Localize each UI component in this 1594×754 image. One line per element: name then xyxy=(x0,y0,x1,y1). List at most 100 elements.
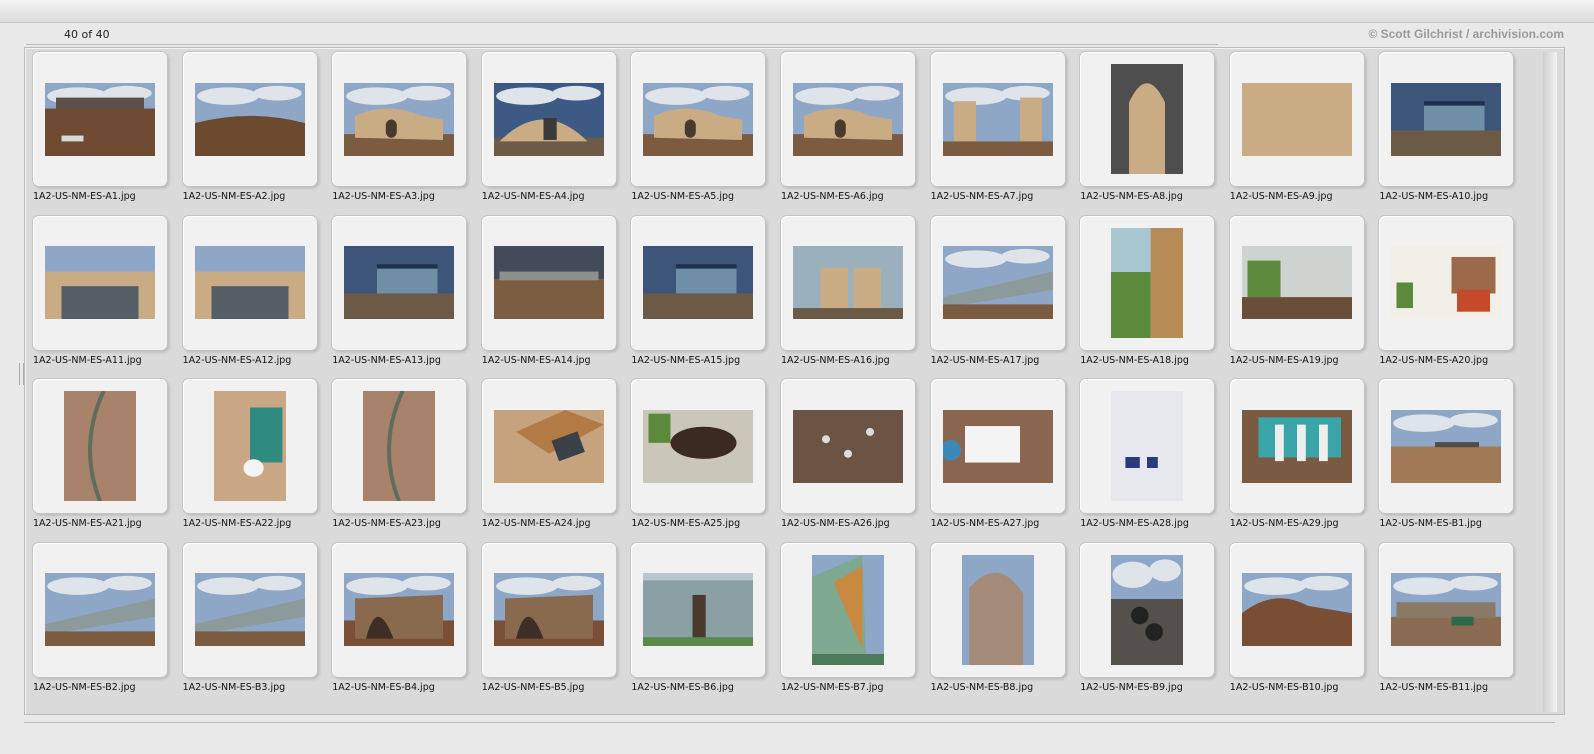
thumbnail-filename: 1A2-US-NM-ES-B9.jpg xyxy=(1080,681,1183,693)
thumbnail-item[interactable]: 1A2-US-NM-ES-A14.jpg xyxy=(474,212,616,372)
thumbnail-slide[interactable] xyxy=(33,215,167,350)
thumbnail-item[interactable]: 1A2-US-NM-ES-A4.jpg xyxy=(474,48,616,208)
thumbnail-slide[interactable] xyxy=(1379,379,1514,513)
thumbnail-filename: 1A2-US-NM-ES-A7.jpg xyxy=(930,191,1034,202)
thumbnail-slide[interactable] xyxy=(182,52,317,186)
thumbnail-image xyxy=(493,409,604,483)
thumbnail-filename: 1A2-US-NM-ES-B11.jpg xyxy=(1379,681,1488,693)
thumbnail-item[interactable]: 1A2-US-NM-ES-A7.jpg xyxy=(923,48,1065,208)
thumbnail-image xyxy=(1241,246,1352,319)
thumbnail-slide[interactable] xyxy=(481,52,616,186)
thumbnail-slide[interactable] xyxy=(332,379,467,513)
thumbnail-item[interactable]: 1A2-US-NM-ES-B1.jpg xyxy=(1371,375,1514,535)
thumbnail-slide[interactable] xyxy=(781,379,915,513)
thumbnail-image xyxy=(942,82,1053,156)
thumbnail-slide[interactable] xyxy=(930,52,1065,186)
thumbnail-filename: 1A2-US-NM-ES-B5.jpg xyxy=(481,681,585,693)
thumbnail-slide[interactable] xyxy=(182,542,317,677)
thumbnail-slide[interactable] xyxy=(1080,215,1215,350)
thumbnail-item[interactable]: 1A2-US-NM-ES-A28.jpg xyxy=(1072,375,1215,535)
thumbnail-slide[interactable] xyxy=(1379,542,1514,677)
thumbnail-slide[interactable] xyxy=(481,379,616,513)
thumbnail-image xyxy=(344,82,455,156)
thumbnail-slide[interactable] xyxy=(182,215,317,350)
thumbnail-item[interactable]: 1A2-US-NM-ES-B6.jpg xyxy=(623,539,766,699)
thumbnail-slide[interactable] xyxy=(332,215,467,350)
thumbnail-item[interactable]: 1A2-US-NM-ES-B8.jpg xyxy=(923,539,1065,699)
thumbnail-image xyxy=(493,82,604,156)
thumbnail-item[interactable]: 1A2-US-NM-ES-A9.jpg xyxy=(1222,48,1364,208)
thumbnail-item[interactable]: 1A2-US-NM-ES-B4.jpg xyxy=(324,539,467,699)
thumbnail-slide[interactable] xyxy=(930,542,1065,677)
thumbnail-slide[interactable] xyxy=(631,215,766,350)
thumbnail-filename: 1A2-US-NM-ES-A11.jpg xyxy=(33,354,142,366)
thumbnail-slide[interactable] xyxy=(781,215,915,350)
thumbnail-image xyxy=(643,82,754,156)
thumbnail-image xyxy=(643,573,754,646)
thumbnail-item[interactable]: 1A2-US-NM-ES-A10.jpg xyxy=(1371,48,1514,208)
thumbnail-image xyxy=(194,573,305,646)
thumbnail-item[interactable]: 1A2-US-NM-ES-A17.jpg xyxy=(923,212,1065,372)
thumbnail-item[interactable]: 1A2-US-NM-ES-B3.jpg xyxy=(175,539,317,699)
thumbnail-slide[interactable] xyxy=(1080,52,1215,186)
thumbnail-slide[interactable] xyxy=(332,52,467,186)
thumbnail-item[interactable]: 1A2-US-NM-ES-A8.jpg xyxy=(1072,48,1215,208)
thumbnail-item[interactable]: 1A2-US-NM-ES-A6.jpg xyxy=(773,48,915,208)
thumbnail-slide[interactable] xyxy=(1229,379,1364,513)
thumbnail-item[interactable]: 1A2-US-NM-ES-A20.jpg xyxy=(1371,212,1514,372)
thumbnail-item[interactable]: 1A2-US-NM-ES-B7.jpg xyxy=(773,539,915,699)
thumbnail-item[interactable]: 1A2-US-NM-ES-B5.jpg xyxy=(474,539,616,699)
thumbnail-image xyxy=(344,246,455,319)
thumbnail-slide[interactable] xyxy=(1379,52,1514,186)
thumbnail-item[interactable]: 1A2-US-NM-ES-A22.jpg xyxy=(175,375,317,535)
thumbnail-slide[interactable] xyxy=(1080,379,1215,513)
thumbnail-item[interactable]: 1A2-US-NM-ES-A29.jpg xyxy=(1222,375,1364,535)
thumbnail-item[interactable]: 1A2-US-NM-ES-A3.jpg xyxy=(324,48,467,208)
thumbnail-filename: 1A2-US-NM-ES-A1.jpg xyxy=(33,191,136,202)
thumbnail-item[interactable]: 1A2-US-NM-ES-B9.jpg xyxy=(1072,539,1215,699)
thumbnail-slide[interactable] xyxy=(631,52,766,186)
thumbnail-slide[interactable] xyxy=(1080,542,1215,677)
thumbnail-item[interactable]: 1A2-US-NM-ES-A27.jpg xyxy=(923,375,1065,535)
thumbnail-slide[interactable] xyxy=(182,379,317,513)
thumbnail-slide[interactable] xyxy=(1229,215,1364,350)
thumbnail-item[interactable]: 1A2-US-NM-ES-A12.jpg xyxy=(175,212,317,372)
thumbnail-item[interactable]: 1A2-US-NM-ES-A5.jpg xyxy=(623,48,766,208)
thumbnail-slide[interactable] xyxy=(631,542,766,677)
thumbnail-item[interactable]: 1A2-US-NM-ES-B10.jpg xyxy=(1222,539,1364,699)
thumbnail-slide[interactable] xyxy=(33,379,167,513)
thumbnail-image xyxy=(45,573,155,646)
thumbnail-item[interactable]: 1A2-US-NM-ES-A13.jpg xyxy=(324,212,467,372)
thumbnail-slide[interactable] xyxy=(1379,215,1514,350)
thumbnail-slide[interactable] xyxy=(481,215,616,350)
thumbnail-slide[interactable] xyxy=(781,542,915,677)
thumbnail-slide[interactable] xyxy=(930,215,1065,350)
thumbnail-item[interactable]: 1A2-US-NM-ES-B2.jpg xyxy=(25,539,167,699)
thumbnail-slide[interactable] xyxy=(631,379,766,513)
thumbnail-item[interactable]: 1A2-US-NM-ES-A19.jpg xyxy=(1222,212,1364,372)
thumbnail-slide[interactable] xyxy=(781,52,915,186)
thumbnail-image xyxy=(45,246,155,319)
thumbnail-item[interactable]: 1A2-US-NM-ES-A15.jpg xyxy=(623,212,766,372)
thumbnail-item[interactable]: 1A2-US-NM-ES-A16.jpg xyxy=(773,212,915,372)
thumbnail-item[interactable]: 1A2-US-NM-ES-A11.jpg xyxy=(25,212,167,372)
thumbnail-slide[interactable] xyxy=(930,379,1065,513)
thumbnail-slide[interactable] xyxy=(481,542,616,677)
thumbnail-slide[interactable] xyxy=(1229,52,1364,186)
thumbnail-item[interactable]: 1A2-US-NM-ES-A1.jpg xyxy=(25,48,167,208)
thumbnail-slide[interactable] xyxy=(1229,542,1364,677)
thumbnail-item[interactable]: 1A2-US-NM-ES-A18.jpg xyxy=(1072,212,1215,372)
thumbnail-item[interactable]: 1A2-US-NM-ES-A21.jpg xyxy=(25,375,167,535)
thumbnail-filename: 1A2-US-NM-ES-A4.jpg xyxy=(481,191,585,202)
thumbnail-item[interactable]: 1A2-US-NM-ES-A25.jpg xyxy=(623,375,766,535)
thumbnail-item[interactable]: 1A2-US-NM-ES-A2.jpg xyxy=(175,48,317,208)
thumbnail-item[interactable]: 1A2-US-NM-ES-B11.jpg xyxy=(1371,539,1514,699)
thumbnail-image xyxy=(363,391,436,501)
thumbnail-slide[interactable] xyxy=(33,542,167,677)
thumbnail-slide[interactable] xyxy=(332,542,467,677)
thumbnail-item[interactable]: 1A2-US-NM-ES-A23.jpg xyxy=(324,375,467,535)
thumbnail-item[interactable]: 1A2-US-NM-ES-A26.jpg xyxy=(773,375,915,535)
thumbnail-slide[interactable] xyxy=(33,52,167,186)
thumbnail-item[interactable]: 1A2-US-NM-ES-A24.jpg xyxy=(474,375,616,535)
thumbnail-image xyxy=(194,246,305,319)
